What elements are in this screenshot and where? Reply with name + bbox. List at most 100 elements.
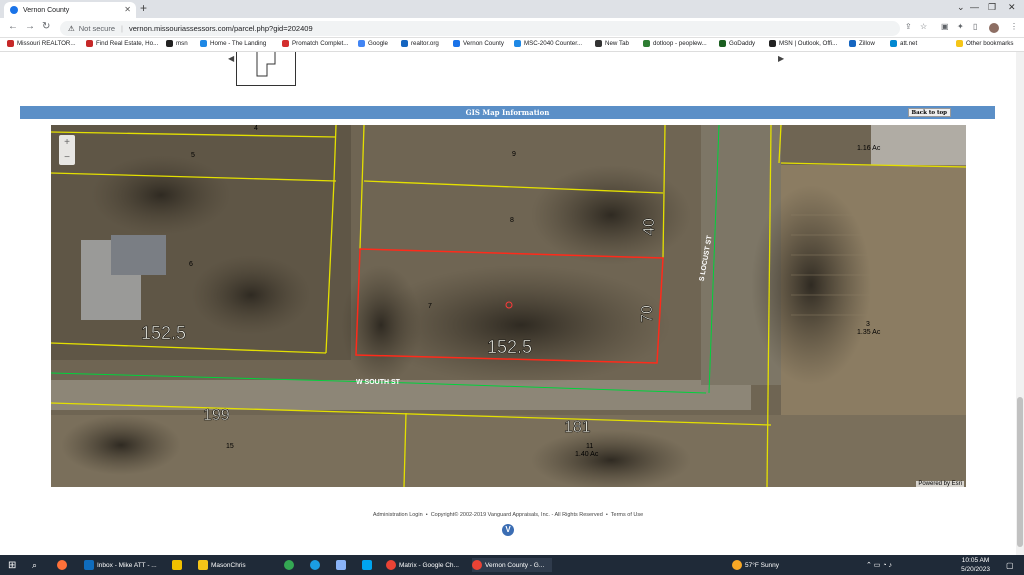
bookmark-item[interactable]: msn <box>166 40 188 47</box>
browser-tab[interactable]: Vernon County ✕ <box>4 2 136 18</box>
parcel-number: 11 <box>586 443 594 450</box>
windows-start-icon[interactable]: ⊞ <box>8 558 16 572</box>
bookmark-item[interactable]: Promatch Complet... <box>282 40 348 47</box>
chrome-matrix-taskbar-button[interactable]: Matrix - Google Ch... <box>386 558 466 572</box>
bookmark-item[interactable]: New Tab <box>595 40 629 47</box>
chrome-icon[interactable] <box>284 558 297 572</box>
folder-taskbar-button[interactable]: MasonChris <box>198 558 268 572</box>
zoom-in-button[interactable]: + <box>59 135 75 150</box>
page-content: ◀ ▶ GIS Map Information Back to top 152.… <box>0 52 1024 555</box>
paint-icon[interactable] <box>336 558 349 572</box>
outlook-taskbar-button[interactable]: Inbox - Mike ATT - ... <box>84 558 164 572</box>
bookmark-item[interactable]: Vernon County <box>453 40 504 47</box>
bookmark-label: realtor.org <box>411 40 439 47</box>
warning-icon: ⚠ <box>68 24 75 33</box>
street-label: S LOCUST ST <box>698 235 714 282</box>
forward-arrow-icon[interactable]: → <box>25 21 35 32</box>
parcel-number: 9 <box>512 151 516 158</box>
vanguard-logo-icon: V <box>502 524 514 536</box>
bookmark-item[interactable]: dotloop - peoplew... <box>643 40 707 47</box>
bookmark-label: Vernon County <box>463 40 504 47</box>
parcel-number: 4 <box>254 125 258 132</box>
notification-icon[interactable]: ▢ <box>1006 558 1014 572</box>
new-tab-button[interactable]: + <box>140 1 147 15</box>
bookmark-item[interactable]: Find Real Estate, Ho... <box>86 40 158 47</box>
back-to-top-button[interactable]: Back to top <box>907 108 951 117</box>
back-arrow-icon[interactable]: ← <box>8 21 18 32</box>
bookmark-item[interactable]: Home - The Landing <box>200 40 266 47</box>
share-icon[interactable]: ⇪ <box>905 22 912 31</box>
bookmark-label: MSN | Outlook, Offi... <box>779 40 838 47</box>
chevron-down-icon[interactable]: ⌄ <box>957 2 965 13</box>
weather-widget[interactable]: 57°F Sunny <box>732 558 779 572</box>
esri-attribution[interactable]: Powered by Esri <box>916 481 964 487</box>
reload-icon[interactable]: ↻ <box>42 21 50 32</box>
dimension-label: 152.5 <box>487 337 533 358</box>
bookmarks-bar: Missouri REALTOR... Find Real Estate, Ho.… <box>0 38 1024 52</box>
file-explorer-icon[interactable] <box>172 558 185 572</box>
bookmark-label: Promatch Complet... <box>292 40 349 47</box>
bookmark-item[interactable]: Google <box>358 40 388 47</box>
bookmark-favicon-icon <box>453 40 460 47</box>
bookmark-label: Zillow <box>859 40 875 47</box>
bookmark-favicon-icon <box>769 40 776 47</box>
next-sketch-arrow-icon[interactable]: ▶ <box>778 54 784 63</box>
profile-avatar[interactable] <box>989 23 999 33</box>
bookmark-label: dotloop - peoplew... <box>653 40 707 47</box>
bookmark-label: MSC-2040 Counter... <box>524 40 583 47</box>
sidebar-icon[interactable]: ▯ <box>973 22 977 31</box>
bookmark-favicon-icon <box>849 40 856 47</box>
bookmark-item[interactable]: Zillow <box>849 40 875 47</box>
bookmark-favicon-icon <box>719 40 726 47</box>
close-tab-icon[interactable]: ✕ <box>124 5 131 14</box>
scrollbar-thumb[interactable] <box>1017 397 1023 547</box>
app-icon[interactable] <box>362 558 375 572</box>
bookmark-item[interactable]: GoDaddy <box>719 40 755 47</box>
building-sketch <box>236 52 296 86</box>
bookmark-label: Missouri REALTOR... <box>17 40 76 47</box>
map-labels: 152.5 152.5 40 70 199 181 W SOUTH ST S L… <box>51 125 966 487</box>
clock-date: 5/20/2023 <box>961 566 990 573</box>
terms-link[interactable]: Terms of Use <box>611 512 643 518</box>
bookmark-favicon-icon <box>514 40 521 47</box>
edge-icon[interactable] <box>310 558 323 572</box>
bookmark-label: Google <box>368 40 388 47</box>
search-icon[interactable]: ⌕ <box>32 558 37 572</box>
puzzle-icon[interactable]: ✦ <box>957 22 964 31</box>
address-bar-row: ← → ↻ ⚠ Not secure | vernon.missouriasse… <box>0 18 1024 38</box>
dimension-label: 152.5 <box>141 323 187 344</box>
url-field[interactable]: ⚠ Not secure | vernon.missouriassessors.… <box>60 21 900 36</box>
bookmark-star-icon[interactable]: ☆ <box>920 22 927 31</box>
chrome-vernon-taskbar-button[interactable]: Vernon County - G... <box>472 558 552 572</box>
other-bookmarks-folder[interactable]: Other bookmarks <box>956 40 1013 47</box>
firefox-icon[interactable] <box>57 558 70 572</box>
bookmark-item[interactable]: Missouri REALTOR... <box>7 40 76 47</box>
extension-icon[interactable]: ▣ <box>941 22 949 31</box>
dimension-label: 70 <box>638 305 657 323</box>
restore-icon[interactable]: ❐ <box>988 2 996 13</box>
copyright-text: Copyright© 2002-2019 Vanguard Appraisals… <box>430 512 603 518</box>
bookmark-label: Find Real Estate, Ho... <box>96 40 159 47</box>
parcel-number: 8 <box>510 217 514 224</box>
close-window-icon[interactable]: ✕ <box>1008 2 1016 13</box>
dimension-label: 40 <box>640 218 659 236</box>
page-scrollbar[interactable] <box>1016 52 1024 555</box>
gis-header-bar: GIS Map Information Back to top <box>20 106 995 119</box>
bookmark-item[interactable]: realtor.org <box>401 40 439 47</box>
taskbar-clock[interactable]: 10:05 AM 5/20/2023 <box>961 556 990 574</box>
menu-kebab-icon[interactable]: ⋮ <box>1010 22 1018 31</box>
minimize-icon[interactable]: — <box>970 2 979 12</box>
parcel-number: 3 <box>866 321 870 328</box>
admin-login-link[interactable]: Administration Login <box>373 512 423 518</box>
url-text: vernon.missouriassessors.com/parcel.php?… <box>128 24 313 33</box>
zoom-out-button[interactable]: − <box>59 150 75 165</box>
bookmark-item[interactable]: MSC-2040 Counter... <box>514 40 582 47</box>
previous-sketch-arrow-icon[interactable]: ◀ <box>228 54 234 63</box>
system-tray-icons[interactable]: ⌃ ▭ ◔ ♪ <box>866 558 892 572</box>
bookmark-favicon-icon <box>282 40 289 47</box>
bookmark-item[interactable]: att.net <box>890 40 917 47</box>
folder-icon <box>956 40 963 47</box>
gis-map[interactable]: 152.5 152.5 40 70 199 181 W SOUTH ST S L… <box>51 125 966 487</box>
windows-taskbar: ⊞ ⌕ Inbox - Mike ATT - ... MasonChris Ma… <box>0 555 1024 575</box>
bookmark-item[interactable]: MSN | Outlook, Offi... <box>769 40 837 47</box>
